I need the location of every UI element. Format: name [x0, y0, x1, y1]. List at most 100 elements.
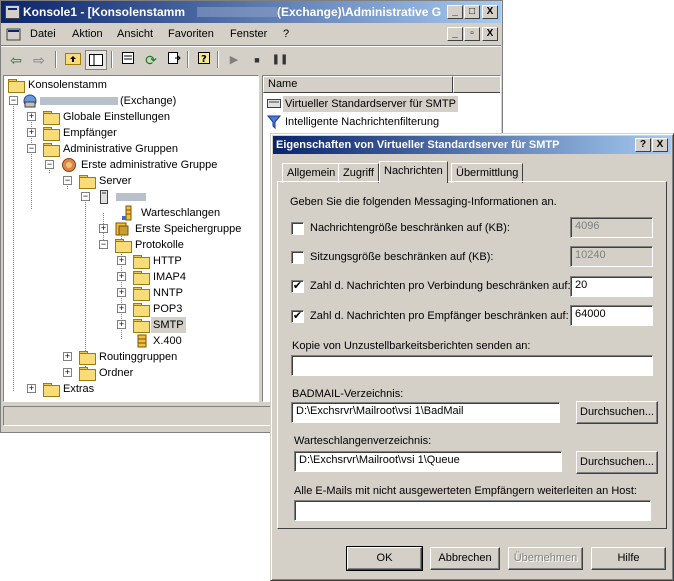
minimize-button[interactable]: _ [447, 5, 463, 19]
limit-session-input[interactable]: 10240 [570, 246, 653, 267]
menu-help[interactable]: ? [283, 28, 289, 40]
expand-icon[interactable]: + [117, 304, 126, 313]
toolbar: ⇦ ⇨ ⟳ ? ▶ ■ ❚❚ [1, 48, 501, 72]
collapse-icon[interactable]: − [45, 160, 54, 169]
menu-fenster[interactable]: Fenster [230, 28, 267, 40]
cancel-button[interactable]: Abbrechen [430, 547, 500, 570]
expand-icon[interactable]: + [63, 352, 72, 361]
tree-label: Globale Einstellungen [63, 111, 171, 123]
limit-per-connection-checkbox[interactable]: ✔ [291, 280, 304, 293]
admin-group-icon [62, 158, 76, 172]
collapse-icon[interactable]: − [81, 192, 90, 201]
export-list-icon[interactable] [163, 50, 185, 70]
close-button[interactable]: X [482, 5, 498, 19]
tree-root-label: Konsolenstamm [28, 79, 107, 91]
forward-icon[interactable]: ⇨ [28, 50, 50, 70]
menu-aktion[interactable]: Aktion [72, 28, 103, 40]
toolbar-separator [55, 51, 57, 68]
menu-ansicht[interactable]: Ansicht [117, 28, 153, 40]
tree-label: Ordner [99, 367, 134, 379]
mmc-titlebar[interactable]: Konsole1 - [Konsolenstamm (Exchange)\Adm… [1, 1, 501, 23]
child-restore-button[interactable]: ▫ [464, 27, 480, 41]
play-icon[interactable]: ▶ [223, 50, 245, 70]
column-header-empty[interactable] [453, 76, 500, 93]
tree-label: Server [99, 175, 132, 187]
expand-icon[interactable]: + [27, 384, 36, 393]
collapse-icon[interactable]: − [63, 176, 72, 185]
limit-per-recipient-input[interactable]: 64000 [570, 305, 653, 326]
help-icon[interactable]: ? [193, 50, 215, 70]
dialog-titlebar[interactable]: Eigenschaften von Virtueller Standardser… [273, 136, 671, 154]
forward-host-input[interactable] [294, 500, 651, 521]
collapse-icon[interactable]: − [27, 144, 36, 153]
tab-uebermittlung[interactable]: Übermittlung [451, 163, 524, 183]
tab-nachrichten[interactable]: Nachrichten [379, 161, 448, 183]
exchange-org-icon [23, 94, 37, 108]
show-tree-icon[interactable] [85, 50, 107, 70]
menu-favoriten[interactable]: Favoriten [168, 28, 214, 40]
collapse-icon[interactable]: − [9, 96, 18, 105]
forward-host-label: Alle E-Mails mit nicht ausgewerteten Emp… [294, 485, 637, 497]
list-item-label: Intelligente Nachrichtenfilterung [285, 116, 440, 128]
queue-dir-input[interactable]: D:\Exchsrvr\Mailroot\vsi 1\Queue [294, 451, 562, 472]
expand-icon[interactable]: + [63, 368, 72, 377]
mmc-title-left: Konsole1 - [Konsolenstamm [23, 5, 186, 19]
stop-icon[interactable]: ■ [246, 50, 268, 70]
column-header-name[interactable]: Name [263, 76, 453, 93]
menu-bar: Datei Aktion Ansicht Favoriten Fenster ?… [1, 24, 501, 45]
expand-icon[interactable]: + [117, 272, 126, 281]
limit-per-connection-label: Zahl d. Nachrichten pro Verbindung besch… [310, 280, 571, 292]
folder-icon [133, 271, 150, 285]
expand-icon[interactable]: + [27, 128, 36, 137]
tab-allgemein[interactable]: Allgemein [282, 163, 341, 183]
ndr-copy-input[interactable] [291, 355, 653, 376]
apply-button[interactable]: Übernehmen [508, 547, 583, 570]
folder-open-icon [43, 143, 60, 157]
tree-label: X.400 [153, 335, 182, 347]
up-folder-icon[interactable] [62, 50, 84, 70]
limit-size-checkbox[interactable] [291, 222, 304, 235]
dialog-help-button[interactable]: ? [635, 138, 651, 152]
expand-icon[interactable]: + [117, 256, 126, 265]
mmc-app-icon [5, 5, 20, 19]
collapse-icon[interactable]: − [99, 240, 108, 249]
maximize-button[interactable]: □ [464, 5, 480, 19]
expand-icon[interactable]: + [99, 224, 108, 233]
back-icon[interactable]: ⇦ [5, 50, 27, 70]
child-close-button[interactable]: X [482, 27, 498, 41]
console-tree[interactable]: Konsolenstamm − (Exchange) + Globale Ein… [3, 75, 259, 402]
console-menu-icon[interactable] [6, 26, 22, 42]
storage-group-icon [115, 222, 129, 236]
help-button[interactable]: Hilfe [591, 547, 666, 570]
filter-icon [266, 115, 282, 130]
child-minimize-button[interactable]: _ [447, 27, 463, 41]
limit-per-connection-input[interactable]: 20 [570, 276, 653, 297]
ok-button[interactable]: OK [346, 546, 423, 571]
pause-icon[interactable]: ❚❚ [269, 50, 291, 70]
svg-text:?: ? [201, 54, 207, 65]
refresh-icon[interactable]: ⟳ [140, 50, 162, 70]
limit-size-input[interactable]: 4096 [570, 217, 653, 238]
expand-icon[interactable]: + [117, 288, 126, 297]
tree-label: Administrative Gruppen [63, 143, 178, 155]
expand-icon[interactable]: + [27, 112, 36, 121]
folder-icon [133, 287, 150, 301]
queue-icon [122, 205, 132, 221]
badmail-browse-button[interactable]: Durchsuchen... [576, 401, 658, 424]
folder-icon [133, 255, 150, 269]
tree-label-selected: SMTP [151, 317, 186, 333]
expand-icon[interactable]: + [117, 320, 126, 329]
menu-datei[interactable]: Datei [30, 28, 56, 40]
badmail-input[interactable]: D:\Exchsrvr\Mailroot\vsi 1\BadMail [291, 402, 560, 423]
folder-icon [43, 383, 60, 397]
folder-icon [8, 79, 25, 93]
queue-browse-button[interactable]: Durchsuchen... [576, 451, 658, 474]
properties-icon[interactable] [117, 50, 139, 70]
limit-session-checkbox[interactable] [291, 251, 304, 264]
limit-per-recipient-checkbox[interactable]: ✔ [291, 310, 304, 323]
toolbar-separator [111, 51, 113, 68]
limit-size-label: Nachrichtengröße beschränken auf (KB): [310, 222, 510, 234]
dialog-close-button[interactable]: X [652, 138, 668, 152]
tree-label: Erste administrative Gruppe [81, 159, 218, 171]
tab-zugriff[interactable]: Zugriff [338, 163, 379, 183]
